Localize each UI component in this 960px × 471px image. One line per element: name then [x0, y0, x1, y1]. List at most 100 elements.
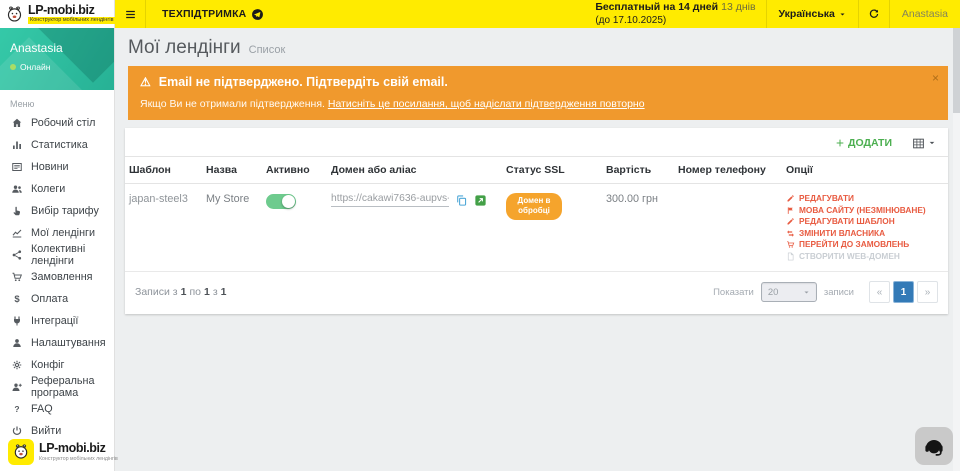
landings-table: Шаблон Назва Активно Домен або аліас Ста…: [125, 156, 948, 272]
sidebar-item-dashboard[interactable]: Робочий стіл: [0, 112, 114, 134]
copy-icon[interactable]: [455, 194, 468, 207]
sidebar-item-orders[interactable]: Замовлення: [0, 266, 114, 288]
sidebar-item-news[interactable]: Новини: [0, 156, 114, 178]
prev-page-button[interactable]: «: [869, 281, 890, 303]
sidebar-item-label: Вийти: [31, 425, 61, 437]
trial-info: Бесплатный на 14 дней13 днів (до 17.10.2…: [595, 1, 755, 28]
next-page-button[interactable]: »: [917, 281, 938, 303]
sidebar-item-collective-landings[interactable]: Колективні лендінги: [0, 244, 114, 266]
sidebar-item-payment[interactable]: Оплата: [0, 288, 114, 310]
news-icon: [10, 161, 24, 173]
sidebar-item-label: Мої лендінги: [31, 227, 95, 239]
column-visibility-button[interactable]: [912, 137, 936, 150]
sidebar-item-label: Статистика: [31, 139, 88, 151]
landings-card: ДОДАТИ Шаблон Назва Активно: [125, 128, 948, 314]
col-header-options[interactable]: Опції: [782, 157, 948, 184]
add-landing-button[interactable]: ДОДАТИ: [835, 137, 892, 149]
open-site-icon[interactable]: [474, 194, 487, 207]
sidebar-item-label: Реферальна програма: [31, 375, 104, 399]
option-change-owner[interactable]: ЗМІНИТИ ВЛАСНИКА: [786, 228, 944, 240]
page-title: Мої лендінги: [128, 37, 241, 59]
topbar-username[interactable]: Anastasia: [890, 8, 960, 20]
sidebar-item-label: Робочий стіл: [31, 117, 95, 129]
sidebar-item-label: Оплата: [31, 293, 68, 305]
sidebar-item-tariff[interactable]: Вибір тарифу: [0, 200, 114, 222]
sidebar-item-label: FAQ: [31, 403, 53, 415]
sidebar-item-label: Інтеграції: [31, 315, 78, 327]
option-edit[interactable]: РЕДАГУВАТИ: [786, 193, 944, 205]
support-link[interactable]: ТЕХПІДТРИМКА: [146, 8, 280, 21]
active-toggle[interactable]: [266, 194, 296, 209]
warning-icon: ⚠: [140, 76, 151, 88]
scrollbar-thumb[interactable]: [953, 28, 960, 113]
sidebar-item-label: Новини: [31, 161, 69, 173]
col-header-domain[interactable]: Домен або аліас: [327, 157, 502, 184]
telegram-icon: [251, 8, 264, 21]
chevron-down-icon: [928, 139, 936, 147]
brand-logo[interactable]: LP-mobi.biz Конструктор мобільних лендін…: [0, 0, 114, 28]
col-header-template[interactable]: Шаблон: [125, 157, 202, 184]
support-label: ТЕХПІДТРИМКА: [162, 8, 246, 20]
col-header-name[interactable]: Назва: [202, 157, 262, 184]
trial-plan-label: Бесплатный на 14 дней: [595, 1, 718, 13]
ssl-status-badge: Домен в обробці: [506, 193, 562, 220]
sidebar-item-my-landings[interactable]: Мої лендінги: [0, 222, 114, 244]
email-confirmation-alert: ⚠ Email не підтверджено. Підтвердіть сві…: [128, 66, 948, 120]
dog-logo-icon: [8, 439, 34, 465]
gear-icon: [10, 359, 24, 371]
sidebar: LP-mobi.biz Конструктор мобільних лендін…: [0, 0, 115, 471]
plug-icon: [10, 315, 24, 327]
online-status-label: Онлайн: [20, 62, 50, 72]
sidebar-item-integrations[interactable]: Інтеграції: [0, 310, 114, 332]
card-toolbar: ДОДАТИ: [125, 128, 948, 156]
records-label: записи: [824, 287, 854, 298]
col-header-ssl[interactable]: Статус SSL: [502, 157, 602, 184]
option-label: СТВОРИТИ WEB-ДОМЕН: [799, 251, 900, 263]
trial-until-date: (до 17.10.2025): [595, 14, 755, 27]
resend-confirmation-link[interactable]: Натисніть це посилання, щоб надіслати пі…: [328, 98, 645, 110]
cell-template: japan-steel3: [125, 184, 202, 272]
sidebar-item-config[interactable]: Конфіг: [0, 354, 114, 376]
sidebar-footer-logo[interactable]: LP-mobi.biz Конструктор мобільних лендін…: [0, 439, 114, 465]
domain-input[interactable]: [331, 193, 449, 207]
table-header-row: Шаблон Назва Активно Домен або аліас Ста…: [125, 157, 948, 184]
sidebar-item-label: Замовлення: [31, 271, 93, 283]
alert-title-row: ⚠ Email не підтверджено. Підтвердіть сві…: [140, 75, 936, 89]
cell-price: 300.00 грн: [602, 184, 674, 272]
sidebar-item-settings[interactable]: Налаштування: [0, 332, 114, 354]
brand-name: LP-mobi.biz: [39, 442, 118, 455]
option-create-web-domain: СТВОРИТИ WEB-ДОМЕН: [786, 251, 944, 263]
sidebar-item-label: Конфіг: [31, 359, 64, 371]
language-label: Українська: [779, 8, 835, 20]
col-header-active[interactable]: Активно: [262, 157, 327, 184]
sidebar-item-label: Колективні лендінги: [31, 243, 104, 267]
menu-section-label: Меню: [0, 90, 114, 112]
page-size-value: 20: [768, 287, 779, 298]
col-header-price[interactable]: Вартість: [602, 157, 674, 184]
brand-name: LP-mobi.biz: [28, 4, 116, 17]
sidebar-item-colleagues[interactable]: Колеги: [0, 178, 114, 200]
language-selector[interactable]: Українська: [767, 0, 858, 28]
alert-title: Email не підтверджено. Підтвердіть свій …: [159, 75, 448, 89]
option-edit-template[interactable]: РЕДАГУВАТИ ШАБЛОН: [786, 216, 944, 228]
sidebar-item-referral[interactable]: Реферальна програма: [0, 376, 114, 398]
table-footer: Записи з1 по1 з1 Показати 20 записи « 1 …: [125, 272, 948, 314]
pagination-zone: Показати 20 записи « 1 »: [713, 281, 938, 303]
support-chat-widget[interactable]: [915, 427, 953, 465]
page-scrollbar[interactable]: [953, 28, 960, 471]
edit-icon: [786, 217, 795, 226]
col-header-phone[interactable]: Номер телефону: [674, 157, 782, 184]
tariff-icon: [10, 205, 24, 217]
row-options: РЕДАГУВАТИ МОВА САЙТУ (НЕЗМІНЮВАНЕ) РЕДА…: [786, 193, 944, 262]
option-site-language[interactable]: МОВА САЙТУ (НЕЗМІНЮВАНЕ): [786, 205, 944, 217]
page-1-button[interactable]: 1: [893, 281, 914, 303]
colleagues-icon: [10, 183, 24, 195]
page-size-select[interactable]: 20: [761, 282, 817, 302]
refresh-button[interactable]: [859, 0, 889, 28]
close-icon[interactable]: ×: [932, 72, 939, 84]
hamburger-menu-button[interactable]: [115, 0, 145, 28]
sidebar-item-faq[interactable]: FAQ: [0, 398, 114, 420]
option-label: ЗМІНИТИ ВЛАСНИКА: [799, 228, 885, 240]
sidebar-item-stats[interactable]: Статистика: [0, 134, 114, 156]
option-go-to-orders[interactable]: ПЕРЕЙТИ ДО ЗАМОВЛЕНЬ: [786, 239, 944, 251]
